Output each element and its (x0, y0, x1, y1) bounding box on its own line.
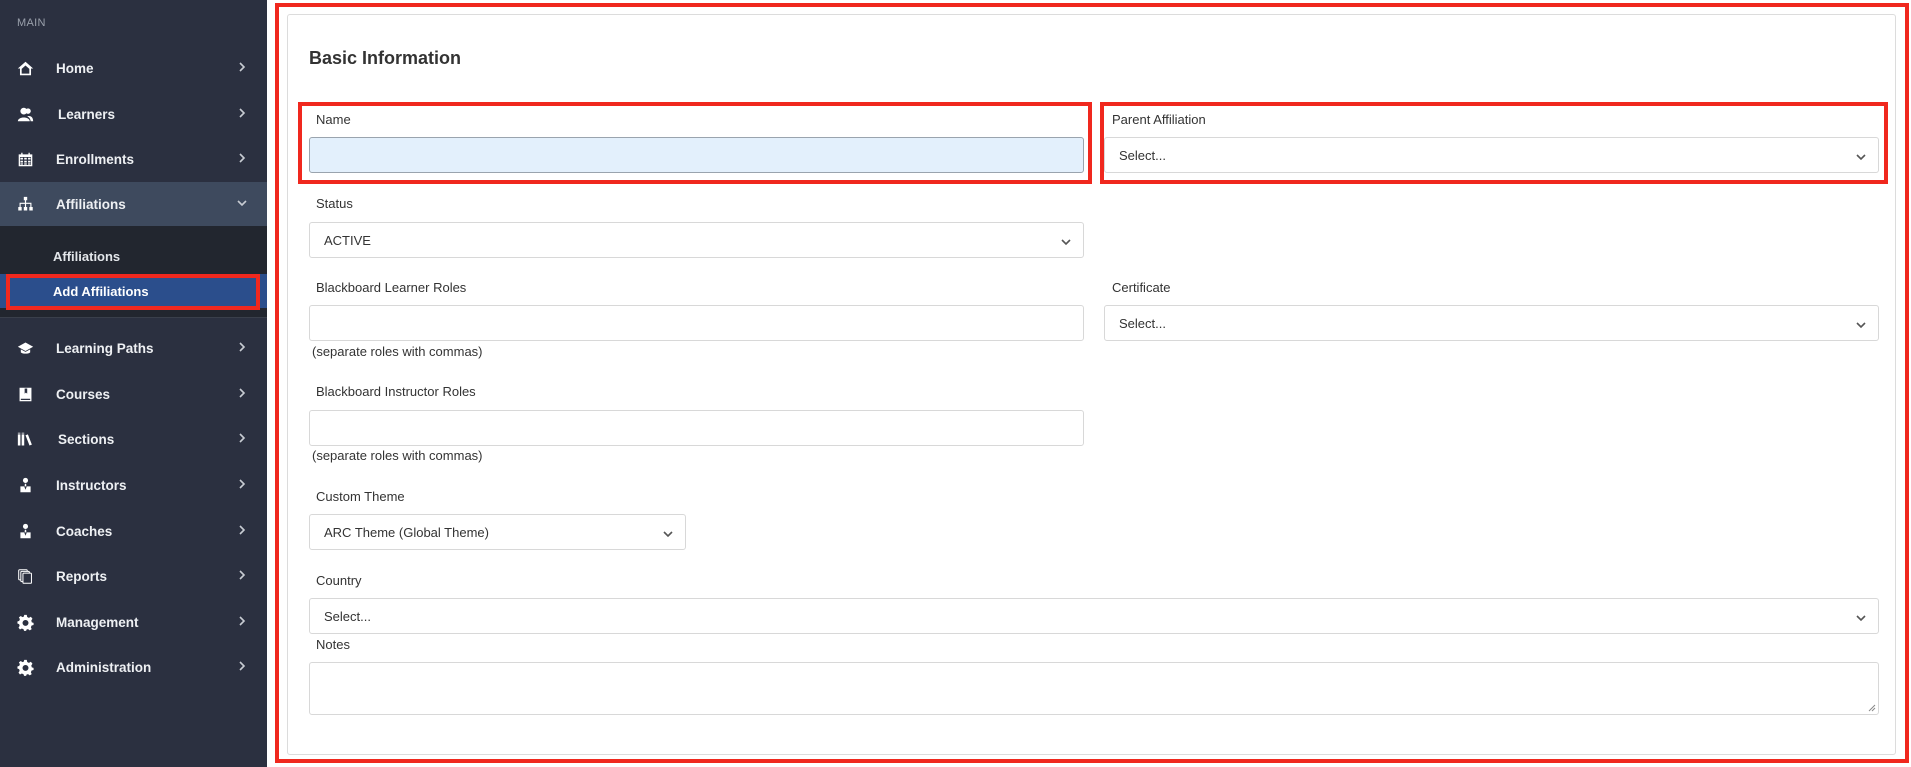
sidebar-item-reports[interactable]: Reports (0, 554, 267, 598)
submenu-item-label: Affiliations (53, 248, 121, 264)
learner-roles-help: (separate roles with commas) (312, 344, 483, 359)
certificate-select[interactable]: Select... (1104, 305, 1879, 341)
sidebar-item-label: Courses (56, 386, 111, 402)
sidebar-item-home[interactable]: Home (0, 46, 267, 90)
chevron-right-icon (237, 660, 247, 674)
country-select[interactable]: Select... (309, 598, 1879, 634)
affiliations-submenu: Affiliations Add Affiliations (0, 226, 267, 318)
name-input[interactable] (309, 137, 1084, 173)
parent-affiliation-select[interactable]: Select... (1104, 137, 1879, 173)
copy-icon (16, 567, 34, 585)
chevron-right-icon (237, 61, 247, 75)
graduation-cap-icon (16, 339, 34, 357)
chevron-down-icon (237, 197, 247, 211)
instructor-icon (16, 476, 34, 494)
sitemap-icon (16, 195, 34, 213)
sidebar-item-learners[interactable]: Learners (0, 92, 267, 136)
sidebar-item-learning-paths[interactable]: Learning Paths (0, 326, 267, 370)
sidebar-item-label: Affiliations (56, 196, 126, 212)
sidebar-item-enrollments[interactable]: Enrollments (0, 137, 267, 181)
submenu-item-affiliations[interactable]: Affiliations (0, 239, 267, 273)
chevron-right-icon (237, 524, 247, 538)
learner-roles-input[interactable] (309, 305, 1084, 341)
learners-icon (16, 105, 34, 123)
chevron-right-icon (237, 478, 247, 492)
certificate-label: Certificate (1112, 280, 1171, 295)
chevron-right-icon (237, 615, 247, 629)
submenu-item-label: Add Affiliations (53, 283, 149, 299)
sidebar-item-sections[interactable]: Sections (0, 417, 267, 461)
sidebar-item-label: Instructors (56, 477, 127, 493)
chevron-right-icon (237, 432, 247, 446)
name-label: Name (316, 112, 351, 127)
learner-roles-label: Blackboard Learner Roles (316, 280, 467, 295)
sidebar-item-label: Enrollments (56, 151, 135, 167)
sidebar-item-courses[interactable]: Courses (0, 372, 267, 416)
custom-theme-select[interactable]: ARC Theme (Global Theme) (309, 514, 686, 550)
home-icon (16, 59, 34, 77)
page-title: Basic Information (309, 48, 462, 68)
chevron-down-icon (1856, 318, 1866, 329)
custom-theme-label: Custom Theme (316, 489, 405, 504)
sidebar-item-label: Sections (58, 431, 115, 447)
basic-information-card (287, 14, 1896, 755)
notes-textarea[interactable] (309, 662, 1879, 715)
custom-theme-value: ARC Theme (Global Theme) (324, 524, 489, 540)
status-select[interactable]: ACTIVE (309, 222, 1084, 258)
notes-label: Notes (316, 637, 350, 652)
instructor-roles-label: Blackboard Instructor Roles (316, 384, 476, 399)
sidebar-item-label: Administration (56, 659, 152, 675)
chevron-right-icon (237, 341, 247, 355)
instructor-roles-help: (separate roles with commas) (312, 448, 483, 463)
submenu-item-add-affiliations[interactable]: Add Affiliations (0, 274, 267, 308)
resize-handle-icon[interactable] (1867, 703, 1876, 712)
sidebar-item-label: Learning Paths (56, 340, 154, 356)
sidebar-item-label: Coaches (56, 523, 113, 539)
sidebar-item-instructors[interactable]: Instructors (0, 463, 267, 507)
chevron-right-icon (237, 569, 247, 583)
sidebar-item-label: Home (56, 60, 94, 76)
calendar-icon (16, 150, 34, 168)
chevron-right-icon (237, 107, 247, 121)
book-icon (16, 385, 34, 403)
sidebar-item-management[interactable]: Management (0, 600, 267, 644)
library-icon (16, 430, 34, 448)
coach-icon (16, 522, 34, 540)
gear-icon (16, 613, 34, 631)
sidebar-item-administration[interactable]: Administration (0, 645, 267, 689)
status-value: ACTIVE (324, 232, 371, 248)
certificate-value: Select... (1119, 315, 1166, 331)
chevron-down-icon (1856, 611, 1866, 622)
status-label: Status (316, 196, 353, 211)
country-label: Country (316, 573, 362, 588)
chevron-down-icon (1061, 235, 1071, 246)
sidebar-heading: MAIN (17, 17, 46, 29)
chevron-right-icon (237, 387, 247, 401)
sidebar-item-affiliations[interactable]: Affiliations (0, 182, 267, 226)
sidebar-item-coaches[interactable]: Coaches (0, 509, 267, 553)
parent-affiliation-label: Parent Affiliation (1112, 112, 1206, 127)
parent-affiliation-value: Select... (1119, 147, 1166, 163)
instructor-roles-input[interactable] (309, 410, 1084, 446)
sidebar-item-label: Reports (56, 568, 108, 584)
sidebar-item-label: Management (56, 614, 139, 630)
gear-icon (16, 658, 34, 676)
sidebar-item-label: Learners (58, 106, 116, 122)
country-value: Select... (324, 608, 371, 624)
chevron-right-icon (237, 152, 247, 166)
sidebar: MAIN Home Learners Enrollments Affiliati… (0, 0, 267, 767)
chevron-down-icon (1856, 150, 1866, 161)
chevron-down-icon (663, 527, 673, 538)
